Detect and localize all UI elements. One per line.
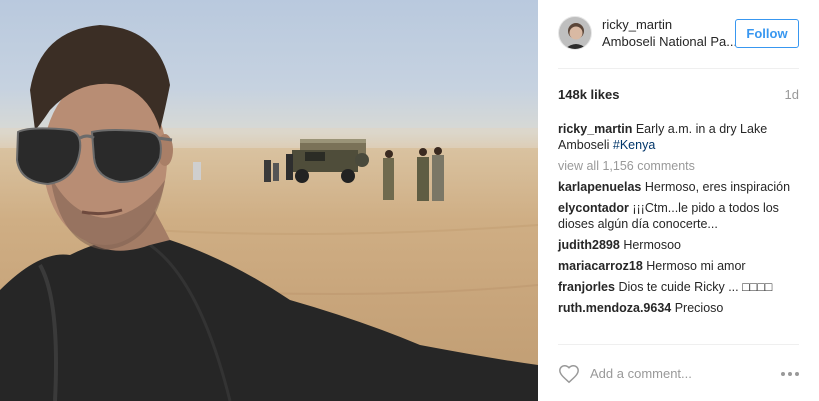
comment-item: judith2898 Hermosoo [558,237,801,253]
comment-username[interactable]: mariacarroz18 [558,259,643,273]
photo-illustration [0,25,538,401]
follow-button[interactable]: Follow [735,19,799,48]
post-location[interactable]: Amboseli National Pa... [602,34,742,49]
header-divider [558,68,799,69]
heart-icon[interactable] [558,363,580,385]
comment-text: Dios te cuide Ricky ... □□□□ [618,280,773,294]
comment-item: franjorles Dios te cuide Ricky ... □□□□ [558,279,801,295]
post-age[interactable]: 1d [785,87,799,102]
comment-username[interactable]: judith2898 [558,238,620,252]
comment-text: Precioso [674,301,724,315]
view-all-comments-link[interactable]: view all 1,156 comments [558,158,801,174]
comment-username[interactable]: elycontador [558,201,629,215]
post-username[interactable]: ricky_martin [602,17,672,32]
post-details-panel: ricky_martin Amboseli National Pa... Fol… [538,0,819,401]
comment-text: Hermosoo [623,238,681,252]
more-options-icon[interactable] [781,372,799,376]
comment-username[interactable]: karlapenuelas [558,180,641,194]
caption: ricky_martin Early a.m. in a dry Lake Am… [558,121,801,153]
safari-vehicle [292,139,369,183]
post-photo[interactable] [0,0,538,401]
avatar[interactable] [558,16,592,50]
comment-item: elycontador ¡¡¡Ctm...le pido a todos los… [558,200,801,232]
comment-item: ruth.mendoza.9634 Precioso [558,300,801,316]
comment-username[interactable]: franjorles [558,280,615,294]
comment-text: Hermoso mi amor [646,259,746,273]
comment-username[interactable]: ricky_martin [558,122,632,136]
comment-text: Hermoso, eres inspiración [644,180,791,194]
comment-username[interactable]: ruth.mendoza.9634 [558,301,671,315]
comment-item: mariacarroz18 Hermoso mi amor [558,258,801,274]
hashtag-link[interactable]: #Kenya [613,138,655,152]
add-comment-input[interactable]: Add a comment... [590,366,692,381]
comment-item: karlapenuelas Hermoso, eres inspiración [558,179,801,195]
likes-count[interactable]: 148k likes [558,87,619,102]
post-header: ricky_martin Amboseli National Pa... Fol… [558,0,819,68]
comment-footer: Add a comment... [558,344,799,401]
comments-list: ricky_martin Early a.m. in a dry Lake Am… [558,121,801,321]
